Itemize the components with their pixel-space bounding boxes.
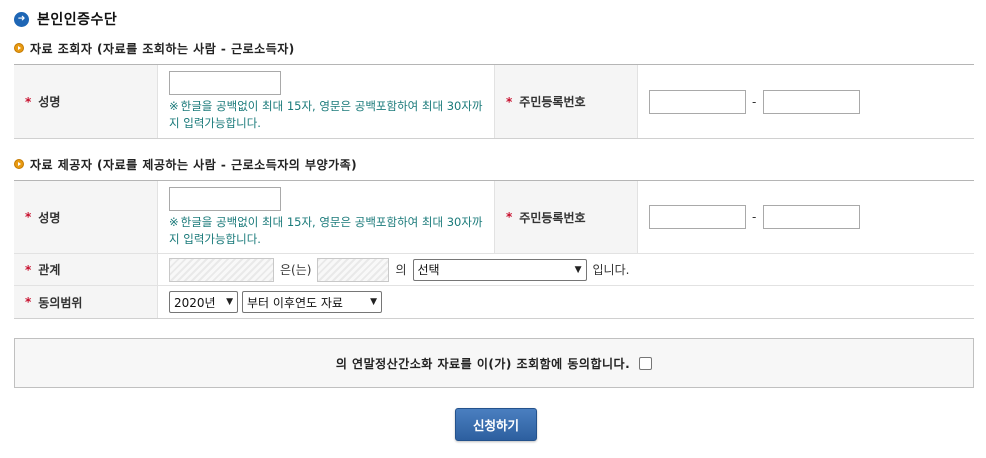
range-cell: 2020년 ▼ 부터 이후연도 자료 ▼	[158, 286, 974, 318]
relation-select[interactable]: 선택 ▼	[412, 258, 587, 281]
chevron-down-icon: ▼	[226, 297, 233, 307]
viewer-rrn-label: * 주민등록번호	[494, 65, 638, 138]
viewer-rrn-back-input[interactable]	[763, 89, 861, 114]
consent-text: 의 연말정산간소화 자료를 이(가) 조회함에 동의합니다.	[335, 356, 631, 371]
submit-button[interactable]: 신청하기	[455, 408, 537, 441]
viewer-name-readonly-field	[317, 257, 390, 282]
bullet-icon	[14, 43, 24, 53]
provider-table: * 성명 ※ 한글을 공백없이 최대 15자, 영문은 공백포함하여 최대 30자…	[14, 180, 974, 319]
viewer-name-row: * 성명 ※ 한글을 공백없이 최대 15자, 영문은 공백포함하여 최대 30자…	[14, 65, 974, 138]
bullet-icon	[14, 159, 24, 169]
required-mark: *	[25, 94, 32, 109]
required-mark: *	[506, 94, 513, 109]
chevron-down-icon: ▼	[574, 264, 582, 275]
provider-name-row: * 성명 ※ 한글을 공백없이 최대 15자, 영문은 공백포함하여 최대 30자…	[14, 181, 974, 254]
viewer-name-cell: ※ 한글을 공백없이 최대 15자, 영문은 공백포함하여 최대 30자까지 입력…	[158, 65, 494, 138]
required-mark: *	[506, 210, 513, 224]
relation-row: * 관계 은(는) 의 선택 ▼ 입니다.	[14, 254, 974, 286]
year-select[interactable]: 2020년 ▼	[169, 291, 238, 313]
page-title-text: 본인인증수단	[37, 12, 118, 28]
viewer-name-help: ※ 한글을 공백없이 최대 15자, 영문은 공백포함하여 최대 30자까지 입력…	[169, 99, 483, 130]
provider-section-title: 자료 제공자 (자료를 제공하는 사람 - 근로소득자의 부양가족)	[14, 156, 357, 172]
required-mark: *	[25, 210, 32, 224]
required-mark: *	[25, 295, 32, 309]
provider-name-input[interactable]	[169, 186, 281, 211]
consent-box: 의 연말정산간소화 자료를 이(가) 조회함에 동의합니다.	[14, 338, 974, 388]
viewer-name-label: * 성명	[14, 65, 158, 138]
provider-name-cell: ※ 한글을 공백없이 최대 15자, 영문은 공백포함하여 최대 30자까지 입력…	[158, 181, 494, 253]
range-select[interactable]: 부터 이후연도 자료 ▼	[242, 291, 382, 313]
provider-name-help: ※ 한글을 공백없이 최대 15자, 영문은 공백포함하여 최대 30자까지 입력…	[169, 214, 483, 246]
viewer-rrn-cell: -	[638, 65, 974, 138]
chevron-down-icon: ▼	[370, 297, 377, 307]
provider-rrn-back-input[interactable]	[763, 205, 861, 229]
consent-checkbox[interactable]	[639, 356, 653, 370]
required-mark: *	[25, 262, 32, 277]
viewer-rrn-front-input[interactable]	[649, 89, 746, 114]
provider-rrn-label: * 주민등록번호	[494, 181, 638, 253]
relation-label: * 관계	[14, 254, 158, 285]
range-row: * 동의범위 2020년 ▼ 부터 이후연도 자료 ▼	[14, 286, 974, 318]
rrn-dash: -	[752, 210, 757, 224]
provider-rrn-cell: -	[638, 181, 974, 253]
provider-name-readonly-field	[169, 257, 274, 282]
page-title: ➜ 본인인증수단	[14, 10, 117, 28]
provider-rrn-front-input[interactable]	[649, 205, 746, 229]
range-label: * 동의범위	[14, 286, 158, 318]
viewer-section-title: 자료 조회자 (자료를 조회하는 사람 - 근로소득자)	[14, 40, 295, 56]
viewer-table: * 성명 ※ 한글을 공백없이 최대 15자, 영문은 공백포함하여 최대 30자…	[14, 64, 974, 139]
relation-cell: 은(는) 의 선택 ▼ 입니다.	[158, 254, 974, 285]
rrn-dash: -	[752, 94, 757, 109]
provider-name-label: * 성명	[14, 181, 158, 253]
arrow-right-circle-icon: ➜	[14, 11, 29, 27]
viewer-name-input[interactable]	[169, 71, 281, 95]
